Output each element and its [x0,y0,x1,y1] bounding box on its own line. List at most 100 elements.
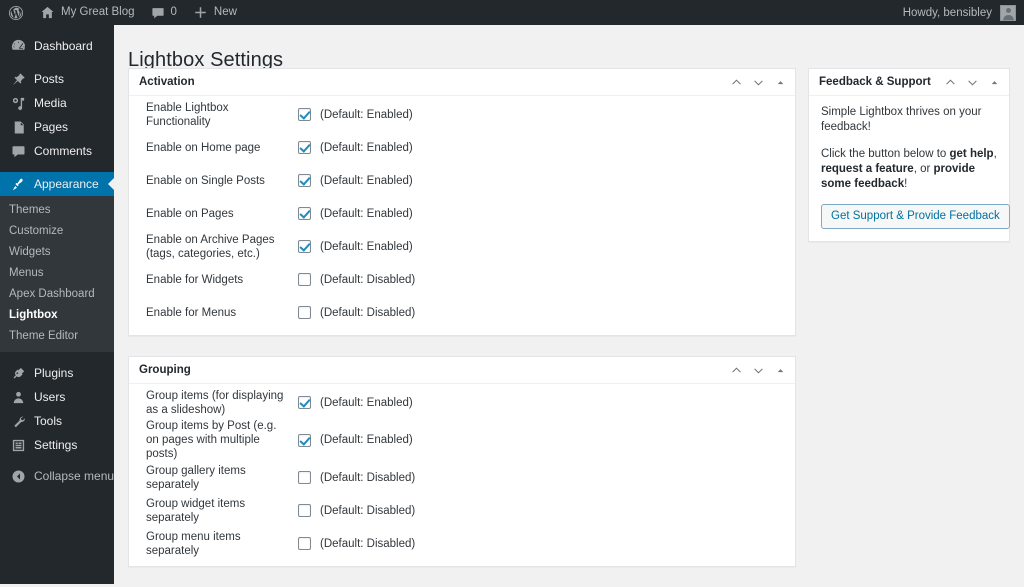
admin-sidebar-menu: Dashboard Posts Media Pages Comments App… [0,25,114,584]
menu-spacer-3 [0,352,114,361]
submenu-item-theme-editor[interactable]: Theme Editor [0,326,114,347]
enable-on-home-page-checkbox[interactable] [298,141,311,154]
my-account-menu[interactable]: Howdy, bensibley [903,4,1024,21]
panel-title: Feedback & Support [819,75,931,88]
option-default-text: (Default: Disabled) [320,471,416,484]
panel-activation-header[interactable]: Activation [129,69,795,96]
wp-logo-menu[interactable] [0,0,32,25]
option-default-text: (Default: Enabled) [320,240,413,253]
admin-content-area: Lightbox Settings Activation Enable Ligh… [114,25,1024,584]
collapse-menu-label: Collapse menu [34,469,115,483]
menu-spacer-1 [0,58,114,67]
panel-activation-body: Enable Lightbox Functionality (Default: … [129,96,795,335]
sidebar-item-posts[interactable]: Posts [0,67,114,91]
option-row: Group menu items separately (Default: Di… [129,527,795,560]
new-content-menu[interactable]: New [185,0,245,25]
chevron-down-icon[interactable] [747,357,769,384]
option-label: Enable on Archive Pages (tags, categorie… [146,233,275,260]
new-content-label: New [213,6,237,18]
option-control: (Default: Enabled) [298,240,413,253]
option-row: Enable for Widgets (Default: Disabled) [129,263,795,296]
site-name-label: My Great Blog [61,6,135,18]
submenu-item-customize[interactable]: Customize [0,221,114,242]
sidebar-item-dashboard[interactable]: Dashboard [0,34,114,58]
option-label: Group gallery items separately [146,464,246,491]
pages-icon [9,118,27,136]
paintbrush-icon [9,175,27,193]
sidebar-item-label: Plugins [34,366,74,380]
option-control: (Default: Enabled) [298,141,413,154]
option-row: Enable on Archive Pages (tags, categorie… [129,230,795,263]
group-gallery-items-checkbox[interactable] [298,471,311,484]
caret-up-icon[interactable] [769,357,791,384]
sidebar-item-pages[interactable]: Pages [0,115,114,139]
enable-for-widgets-checkbox[interactable] [298,273,311,286]
sidebar-item-label: Tools [34,414,63,428]
feedback-cta-part: request a feature [821,163,914,175]
comments-menu[interactable]: 0 [143,0,185,25]
submenu-item-menus[interactable]: Menus [0,263,114,284]
group-items-by-post-checkbox[interactable] [298,433,311,447]
enable-on-pages-checkbox[interactable] [298,207,311,220]
submenu-item-apex-dashboard[interactable]: Apex Dashboard [0,284,114,305]
get-support-button[interactable]: Get Support & Provide Feedback [821,204,1010,229]
chevron-up-icon[interactable] [939,69,961,96]
option-row: Enable on Pages (Default: Enabled) [129,197,795,230]
sidebar-item-tools[interactable]: Tools [0,409,114,433]
postbox-container-side: Feedback & Support Simple Lightbox thriv… [808,68,1010,262]
enable-on-archive-pages-checkbox[interactable] [298,240,311,253]
option-label: Enable Lightbox Functionality [146,101,229,128]
postbox-container-main: Activation Enable Lightbox Functionality [128,68,796,587]
feedback-intro-text: Simple Lightbox thrives on your feedback… [821,106,982,133]
option-row: Group items by Post (e.g. on pages with … [129,419,795,461]
option-label: Enable on Home page [146,141,261,154]
sidebar-item-plugins[interactable]: Plugins [0,361,114,385]
submenu-item-themes[interactable]: Themes [0,200,114,221]
option-default-text: (Default: Enabled) [320,174,413,187]
group-menu-items-checkbox[interactable] [298,537,311,550]
enable-on-single-posts-checkbox[interactable] [298,174,311,187]
menu-spacer-2 [0,163,114,172]
group-items-checkbox[interactable] [298,396,311,409]
sidebar-item-label: Pages [34,120,69,134]
option-control: (Default: Enabled) [298,207,413,220]
comment-bubble-icon [9,142,27,160]
sidebar-item-appearance[interactable]: Appearance [0,172,114,196]
enable-for-menus-checkbox[interactable] [298,306,311,319]
feedback-cta-part: get help [949,148,994,160]
enable-lightbox-functionality-checkbox[interactable] [298,108,311,121]
chevron-up-icon[interactable] [725,69,747,96]
chevron-down-icon[interactable] [747,69,769,96]
feedback-cta-part: , or [913,163,934,175]
option-label: Enable for Widgets [146,273,244,286]
option-default-text: (Default: Disabled) [320,537,416,550]
wordpress-logo-icon [8,5,24,21]
option-row: Enable on Home page (Default: Enabled) [129,131,795,164]
submenu-item-lightbox[interactable]: Lightbox [0,305,114,326]
site-name-menu[interactable]: My Great Blog [32,0,143,25]
collapse-arrow-icon [9,467,27,485]
sidebar-item-users[interactable]: Users [0,385,114,409]
group-widget-items-checkbox[interactable] [298,504,311,517]
panel-feedback-header[interactable]: Feedback & Support [809,69,1009,96]
option-default-text: (Default: Enabled) [320,108,413,121]
feedback-cta-text: Click the button below to get help, requ… [821,147,997,192]
plus-icon [193,5,208,20]
submenu-item-widgets[interactable]: Widgets [0,242,114,263]
collapse-menu-button[interactable]: Collapse menu [0,464,114,488]
caret-up-icon[interactable] [983,69,1005,96]
feedback-cta-part: Click the button below to [821,148,950,160]
panel-grouping-header[interactable]: Grouping [129,357,795,384]
feedback-cta-part: ! [904,178,908,190]
media-icon [9,94,27,112]
sidebar-item-settings[interactable]: Settings [0,433,114,457]
option-label: Enable for Menus [146,306,237,319]
sidebar-item-media[interactable]: Media [0,91,114,115]
dashboard-icon [9,37,27,55]
caret-up-icon[interactable] [769,69,791,96]
appearance-submenu: Themes Customize Widgets Menus Apex Dash… [0,196,114,352]
chevron-down-icon[interactable] [961,69,983,96]
option-row: Enable for Menus (Default: Disabled) [129,296,795,329]
chevron-up-icon[interactable] [725,357,747,384]
sidebar-item-comments[interactable]: Comments [0,139,114,163]
